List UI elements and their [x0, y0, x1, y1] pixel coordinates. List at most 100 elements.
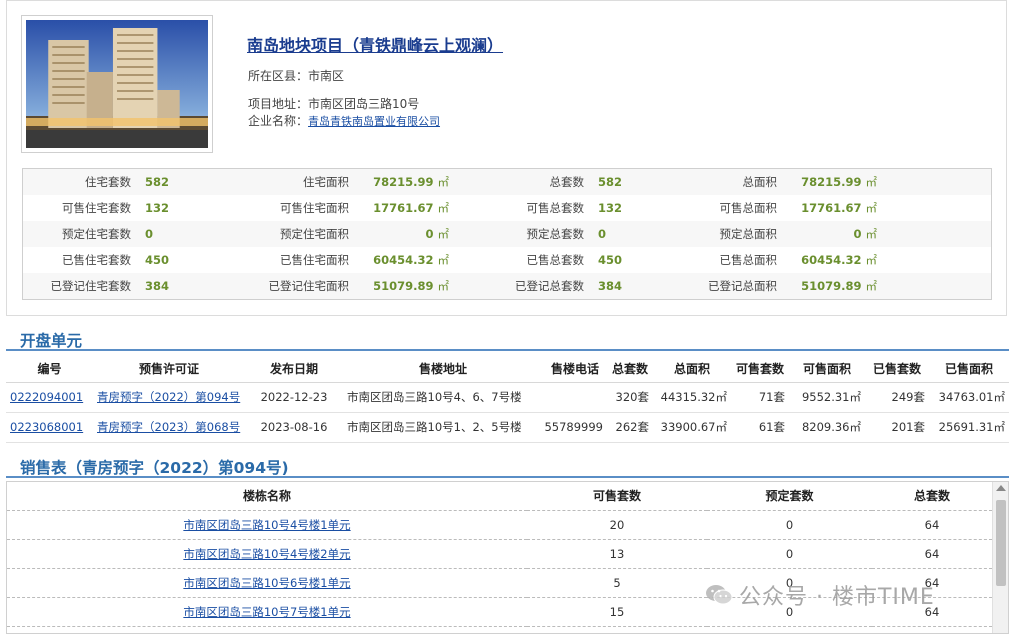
units-cell: 34763.01㎡ [929, 382, 1009, 413]
stats-row: 住宅套数 582 住宅面积 78215.99 ㎡总套数 582 总面积 78215.99 ㎡ [23, 169, 991, 195]
district-line: 所在区县：市南区 [248, 67, 344, 84]
permit-link[interactable]: 青房预字（2022）第094号 [97, 390, 240, 404]
sales-cell: 0 [707, 510, 872, 540]
stat-label: 预定住宅套数 [62, 227, 131, 241]
sales-cell[interactable]: 市南区团岛三路10号6号楼1单元 [7, 568, 527, 598]
sales-col-header: 预定套数 [707, 482, 872, 511]
sales-row: 市南区团岛三路10号4号楼1单元 20 0 64 [7, 510, 992, 540]
stat-value: 0 [584, 227, 642, 241]
stat-number: 450 [598, 253, 623, 267]
sales-scrollbar[interactable] [992, 482, 1008, 633]
stat-value: 60454.32 ㎡ [777, 252, 877, 268]
stat-unit: ㎡ [437, 279, 450, 293]
units-cell[interactable]: 0222094001 [6, 382, 93, 413]
stat-unit: ㎡ [437, 201, 450, 215]
stat-value: 384 [131, 279, 191, 293]
stat-label: 可售住宅套数 [62, 201, 131, 215]
stats-table: 住宅套数 582 住宅面积 78215.99 ㎡总套数 582 总面积 78215.99 ㎡可售… [22, 168, 992, 300]
stat-number: 582 [598, 175, 623, 189]
units-col-header: 售楼地址 [343, 355, 543, 383]
units-cell[interactable]: 青房预字（2022）第094号 [93, 382, 245, 413]
stat-value: 0 [131, 227, 191, 241]
district-label: 所在区县： [248, 69, 309, 83]
sales-cell[interactable]: 市南区团岛三路10号4号楼1单元 [7, 510, 527, 540]
stat-number: 0 [598, 227, 607, 241]
sales-col-header: 可售套数 [527, 482, 707, 511]
wechat-icon [706, 585, 733, 605]
stat-value: 0 ㎡ [777, 226, 877, 242]
stat-label: 预定总面积 [719, 227, 778, 241]
stat-label: 可售住宅面积 [280, 201, 349, 215]
sales-table-container: 楼栋名称 可售套数 预定套数 总套数 市南区团岛三路10号4号楼1单元 20 0 64 市南区… [6, 481, 1009, 634]
stat-number: 60454.32 [373, 253, 434, 267]
stat-label: 住宅套数 [85, 175, 131, 189]
units-cell: 44315.32㎡ [653, 382, 731, 413]
building-unit-link[interactable]: 市南区团岛三路10号4号楼2单元 [183, 547, 350, 561]
units-col-header: 发布日期 [245, 355, 343, 383]
units-row: 0222094001 青房预字（2022）第094号 2022-12-23 市南区团岛… [6, 382, 1009, 413]
stat-unit: ㎡ [865, 279, 878, 293]
stats-row: 已登记住宅套数 384 已登记住宅面积 51079.89 ㎡已登记总套数 384 已登记总面… [23, 273, 991, 299]
stat-value: 132 [131, 201, 191, 215]
units-cell: 市南区团岛三路10号4、6、7号楼 [343, 382, 543, 413]
stat-value: 78215.99 ㎡ [349, 174, 449, 190]
units-cell: 8209.36㎡ [789, 412, 865, 443]
units-cell: 249套 [865, 382, 929, 413]
units-cell[interactable]: 青房预字（2023）第068号 [93, 412, 245, 443]
project-title[interactable]: 南岛地块项目（青铁鼎峰云上观澜） [247, 32, 503, 56]
stat-number: 132 [598, 201, 623, 215]
building-unit-link[interactable]: 市南区团岛三路10号6号楼1单元 [183, 576, 350, 590]
units-col-header: 总套数 [607, 355, 653, 383]
sales-cell: 64 [872, 510, 992, 540]
sales-cell[interactable]: 市南区团岛三路10号4号楼2单元 [7, 539, 527, 569]
stat-label: 预定总套数 [526, 227, 585, 241]
company-label: 企业名称： [248, 114, 309, 128]
stat-number: 384 [145, 279, 170, 293]
units-cell: 320套 [607, 382, 653, 413]
stat-label: 已售住宅套数 [62, 253, 131, 267]
units-cell: 25691.31㎡ [929, 412, 1009, 443]
stat-value: 17761.67 ㎡ [777, 200, 877, 216]
building-unit-link[interactable]: 市南区团岛三路10号7号楼1单元 [183, 605, 350, 619]
units-col-header: 总面积 [653, 355, 731, 383]
stat-number: 51079.89 [373, 279, 434, 293]
building-unit-link[interactable]: 市南区团岛三路10号4号楼1单元 [183, 518, 350, 532]
stat-value: 0 ㎡ [349, 226, 449, 242]
units-cell: 201套 [865, 412, 929, 443]
stat-unit: ㎡ [865, 201, 878, 215]
stat-label: 总面积 [742, 175, 778, 189]
units-col-header: 可售套数 [731, 355, 789, 383]
project-panel: 南岛地块项目（青铁鼎峰云上观澜） 所在区县：市南区 项目地址：市南区团岛三路10… [6, 0, 1007, 316]
units-col-header: 已售套数 [865, 355, 929, 383]
company-link[interactable]: 青岛青铁南岛置业有限公司 [308, 115, 440, 128]
unit-id-link[interactable]: 0223068001 [10, 420, 83, 434]
stats-row: 可售住宅套数 132 可售住宅面积 17761.67 ㎡可售总套数 132 可售总面积 177… [23, 195, 991, 221]
sales-cell[interactable]: 市南区团岛三路10号7号楼1单元 [7, 597, 527, 627]
units-col-header: 编号 [6, 355, 93, 383]
stat-number: 0 [853, 227, 862, 241]
address-line: 项目地址：市南区团岛三路10号 [248, 95, 419, 112]
stat-unit: ㎡ [865, 227, 878, 241]
scroll-thumb[interactable] [996, 500, 1006, 586]
stat-value: 51079.89 ㎡ [349, 278, 449, 294]
stat-value: 450 [131, 253, 191, 267]
units-col-header: 预售许可证 [93, 355, 245, 383]
units-cell[interactable]: 0223068001 [6, 412, 93, 443]
project-photo [21, 15, 213, 153]
stat-label: 已登记总套数 [515, 279, 584, 293]
stat-number: 450 [145, 253, 170, 267]
stat-number: 132 [145, 201, 170, 215]
permit-link[interactable]: 青房预字（2023）第068号 [97, 420, 240, 434]
scroll-up-arrow-icon[interactable] [996, 485, 1006, 491]
stat-number: 0 [425, 227, 434, 241]
unit-id-link[interactable]: 0222094001 [10, 390, 83, 404]
sales-row: 市南区团岛三路10号4号楼2单元 13 0 64 [7, 539, 992, 569]
units-table: 编号 预售许可证 发布日期 售楼地址 售楼电话 总套数 总面积 可售套数 可售面积 已售套数 已售面… [6, 355, 1009, 443]
units-cell: 71套 [731, 382, 789, 413]
watermark-text: 公众号 · 楼市TIME [739, 585, 935, 610]
stat-unit: ㎡ [865, 253, 878, 267]
units-col-header: 可售面积 [789, 355, 865, 383]
stat-label: 已售总套数 [526, 253, 585, 267]
stat-unit: ㎡ [437, 227, 450, 241]
units-col-header: 已售面积 [929, 355, 1009, 383]
